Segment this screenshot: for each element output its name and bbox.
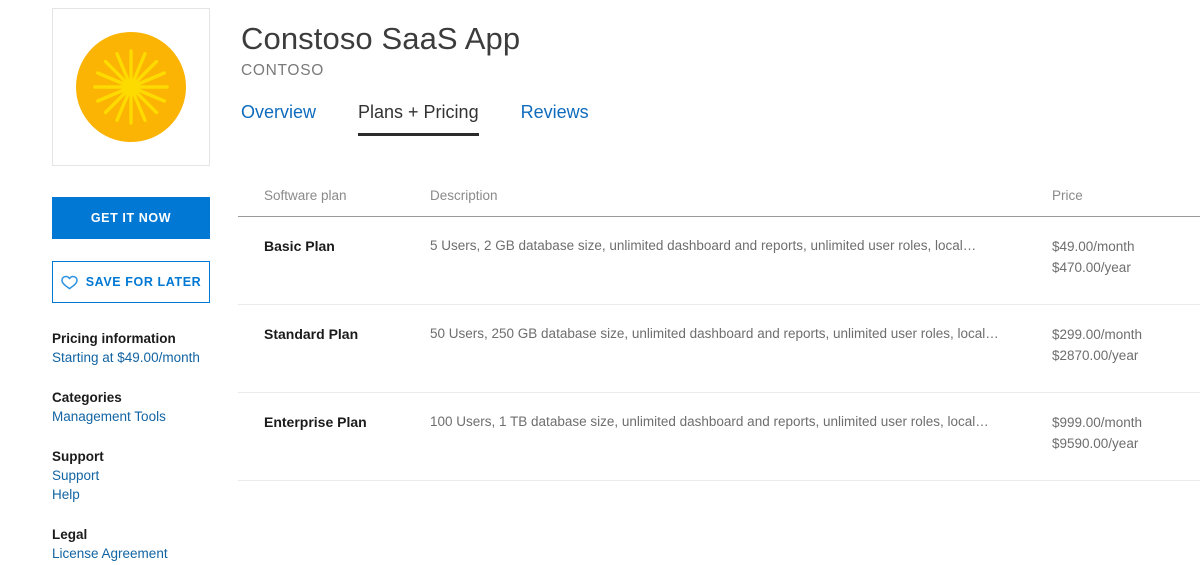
plan-price: $999.00/month $9590.00/year [1052, 393, 1200, 481]
plans-pricing-table: Software plan Description Price Basic Pl… [238, 188, 1200, 481]
plan-description: 50 Users, 250 GB database size, unlimite… [430, 305, 1052, 393]
column-header-price: Price [1052, 188, 1200, 217]
sidebar-section-pricing-information: Pricing information Starting at $49.00/m… [52, 329, 212, 367]
app-listing-page: GET IT NOW SAVE FOR LATER Pricing inform… [0, 0, 1200, 565]
plan-description: 100 Users, 1 TB database size, unlimited… [430, 393, 1052, 481]
table-header-row: Software plan Description Price [238, 188, 1200, 217]
tab-plans-pricing[interactable]: Plans + Pricing [358, 100, 479, 136]
plan-price: $49.00/month $470.00/year [1052, 217, 1200, 305]
sunburst-logo-icon [72, 28, 190, 146]
sidebar: GET IT NOW SAVE FOR LATER Pricing inform… [52, 8, 212, 565]
sidebar-section-categories: Categories Management Tools [52, 388, 212, 426]
app-logo-box [52, 8, 210, 166]
get-it-now-button[interactable]: GET IT NOW [52, 197, 210, 239]
save-for-later-button[interactable]: SAVE FOR LATER [52, 261, 210, 303]
price-monthly: $49.00/month [1052, 236, 1200, 257]
column-header-software-plan: Software plan [238, 188, 430, 217]
sidebar-link-help[interactable]: Help [52, 485, 212, 504]
price-monthly: $999.00/month [1052, 412, 1200, 433]
save-for-later-label: SAVE FOR LATER [86, 275, 202, 289]
table-row[interactable]: Basic Plan 5 Users, 2 GB database size, … [238, 217, 1200, 305]
sidebar-section-legal: Legal License Agreement Privacy Policy [52, 525, 212, 565]
plan-price: $299.00/month $2870.00/year [1052, 305, 1200, 393]
table-row[interactable]: Standard Plan 50 Users, 250 GB database … [238, 305, 1200, 393]
sidebar-section-title: Legal [52, 525, 212, 544]
plan-name: Enterprise Plan [238, 393, 430, 481]
price-monthly: $299.00/month [1052, 324, 1200, 345]
main-header: Constoso SaaS App CONTOSO Overview Plans… [241, 0, 1200, 136]
price-yearly: $470.00/year [1052, 257, 1200, 278]
heart-icon [61, 275, 78, 290]
sidebar-section-title: Categories [52, 388, 212, 407]
plan-name: Standard Plan [238, 305, 430, 393]
sidebar-link-support[interactable]: Support [52, 466, 212, 485]
sidebar-link-starting-price[interactable]: Starting at $49.00/month [52, 348, 212, 367]
sidebar-link-license-agreement[interactable]: License Agreement [52, 544, 212, 563]
plan-description: 5 Users, 2 GB database size, unlimited d… [430, 217, 1052, 305]
sidebar-link-management-tools[interactable]: Management Tools [52, 407, 212, 426]
price-yearly: $2870.00/year [1052, 345, 1200, 366]
table-row[interactable]: Enterprise Plan 100 Users, 1 TB database… [238, 393, 1200, 481]
column-header-description: Description [430, 188, 1052, 217]
sidebar-section-support: Support Support Help [52, 447, 212, 504]
tab-overview[interactable]: Overview [241, 100, 316, 136]
sidebar-section-title: Support [52, 447, 212, 466]
sidebar-section-title: Pricing information [52, 329, 212, 348]
price-yearly: $9590.00/year [1052, 433, 1200, 454]
tab-reviews[interactable]: Reviews [521, 100, 589, 136]
get-it-now-label: GET IT NOW [91, 211, 171, 225]
publisher-name: CONTOSO [241, 61, 1200, 81]
page-title: Constoso SaaS App [241, 20, 1200, 58]
plan-name: Basic Plan [238, 217, 430, 305]
tab-bar: Overview Plans + Pricing Reviews [241, 100, 1200, 136]
